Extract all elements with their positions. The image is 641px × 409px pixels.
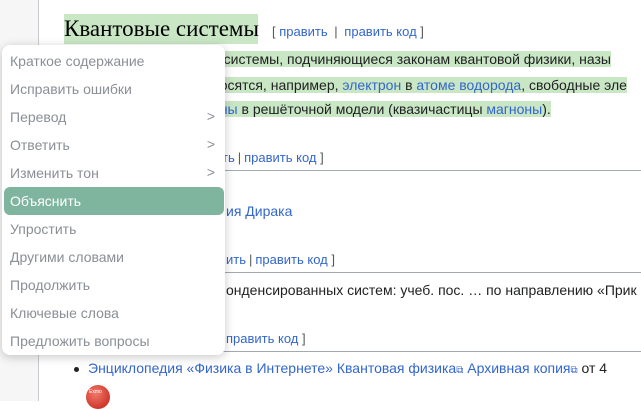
external-link-item: Энциклопедия «Физика в Интернете» Кванто…: [88, 360, 608, 376]
menu-item-simplify[interactable]: Упростить: [2, 215, 225, 243]
edit-code-link[interactable]: править код: [244, 150, 316, 165]
chevron-right-icon: >: [206, 164, 215, 180]
section-edit-links-1: ть | править код ]: [222, 150, 324, 165]
paragraph-line-1: е системы, подчиняющиеся законам квантов…: [212, 51, 611, 67]
external-link-icon: ⧉: [456, 365, 464, 376]
link-magnons[interactable]: магноны: [486, 101, 542, 117]
menu-item-translate[interactable]: Перевод >: [2, 103, 225, 131]
menu-item-summary[interactable]: Краткое содержание: [2, 47, 225, 75]
link-lattice-model[interactable]: решёточной модели: [253, 101, 384, 117]
section-edit-links-2: ить | править код ]: [226, 252, 336, 267]
chevron-right-icon: >: [206, 136, 215, 152]
link-dirac[interactable]: ия Дирака: [226, 203, 292, 219]
ai-actions-context-menu: Краткое содержание Исправить ошибки Пере…: [2, 45, 225, 355]
link-electron[interactable]: электрон: [342, 77, 401, 93]
section-heading: Квантовые системы: [64, 16, 259, 41]
edit-code-link[interactable]: править код: [255, 252, 327, 267]
link-physics-encyclopedia[interactable]: Энциклопедия «Физика в Интернете» Кванто…: [88, 360, 456, 376]
menu-item-continue[interactable]: Продолжить: [2, 271, 225, 299]
reference-book-line: онденсированных систем: учеб. пос. … по …: [226, 282, 637, 298]
menu-item-fix-errors[interactable]: Исправить ошибки: [2, 75, 225, 103]
menu-item-paraphrase[interactable]: Другими словами: [2, 243, 225, 271]
edit-code-link[interactable]: править код: [226, 331, 298, 346]
emblem-icon: Exmo: [86, 385, 110, 409]
menu-item-reply[interactable]: Ответить >: [2, 131, 225, 159]
paragraph-line-2: носятся, например, электрон в атоме водо…: [212, 77, 627, 93]
dirac-link-line: ия Дирака: [226, 203, 292, 219]
section-edit-links-3: править код ]: [226, 331, 306, 346]
edit-code-link[interactable]: править код: [344, 24, 416, 39]
edit-link[interactable]: ить: [226, 252, 246, 267]
menu-item-keywords[interactable]: Ключевые слова: [2, 299, 225, 327]
heading-edit-links: [ править | править код ]: [272, 24, 424, 39]
external-link-icon: ⧉: [570, 365, 578, 376]
edit-link[interactable]: править: [279, 24, 327, 39]
menu-item-suggest-questions[interactable]: Предложить вопросы: [2, 327, 225, 355]
menu-item-change-tone[interactable]: Изменить тон >: [2, 159, 225, 187]
menu-item-explain[interactable]: Объяснить: [4, 187, 224, 215]
link-hydrogen-atom[interactable]: атоме водорода: [416, 77, 521, 93]
paragraph-line-3: ины в решёточной модели (квазичастицы ма…: [212, 99, 551, 119]
chevron-right-icon: >: [206, 108, 215, 124]
list-bullet: [74, 367, 79, 372]
link-archive-copy[interactable]: Архивная копия: [467, 360, 570, 376]
